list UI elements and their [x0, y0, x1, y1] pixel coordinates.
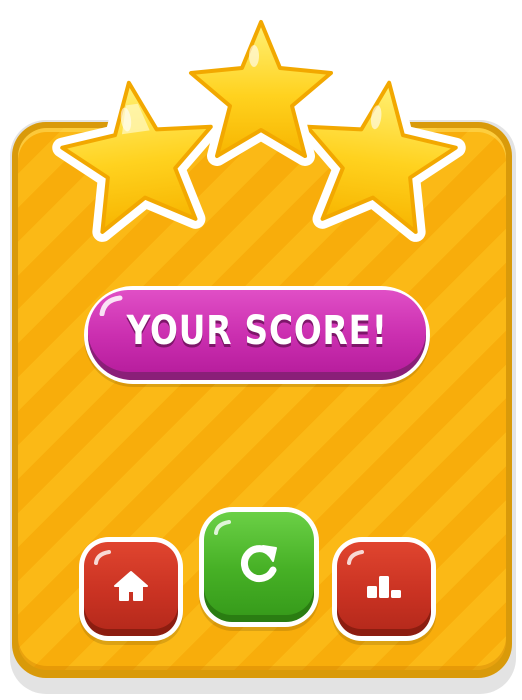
- gloss-highlight-icon: [214, 520, 231, 535]
- home-button[interactable]: [79, 537, 183, 641]
- title-banner-face: YOUR SCORE!: [88, 290, 426, 372]
- score-title: YOUR SCORE!: [126, 308, 388, 354]
- star-icon-center: [181, 12, 341, 166]
- star-icon-left: [52, 72, 221, 242]
- star-rating: [52, 12, 466, 242]
- leaderboard-button[interactable]: [332, 537, 436, 641]
- podium-icon: [367, 575, 401, 598]
- restart-icon: [241, 544, 277, 582]
- title-banner: YOUR SCORE!: [84, 286, 430, 384]
- star-icon-right: [297, 72, 466, 242]
- replay-button[interactable]: [199, 507, 319, 627]
- gloss-highlight-icon: [99, 295, 123, 316]
- score-screen: YOUR SCORE!: [0, 0, 522, 700]
- gloss-highlight-icon: [94, 550, 111, 565]
- gloss-highlight-icon: [347, 550, 364, 565]
- home-icon: [114, 570, 148, 601]
